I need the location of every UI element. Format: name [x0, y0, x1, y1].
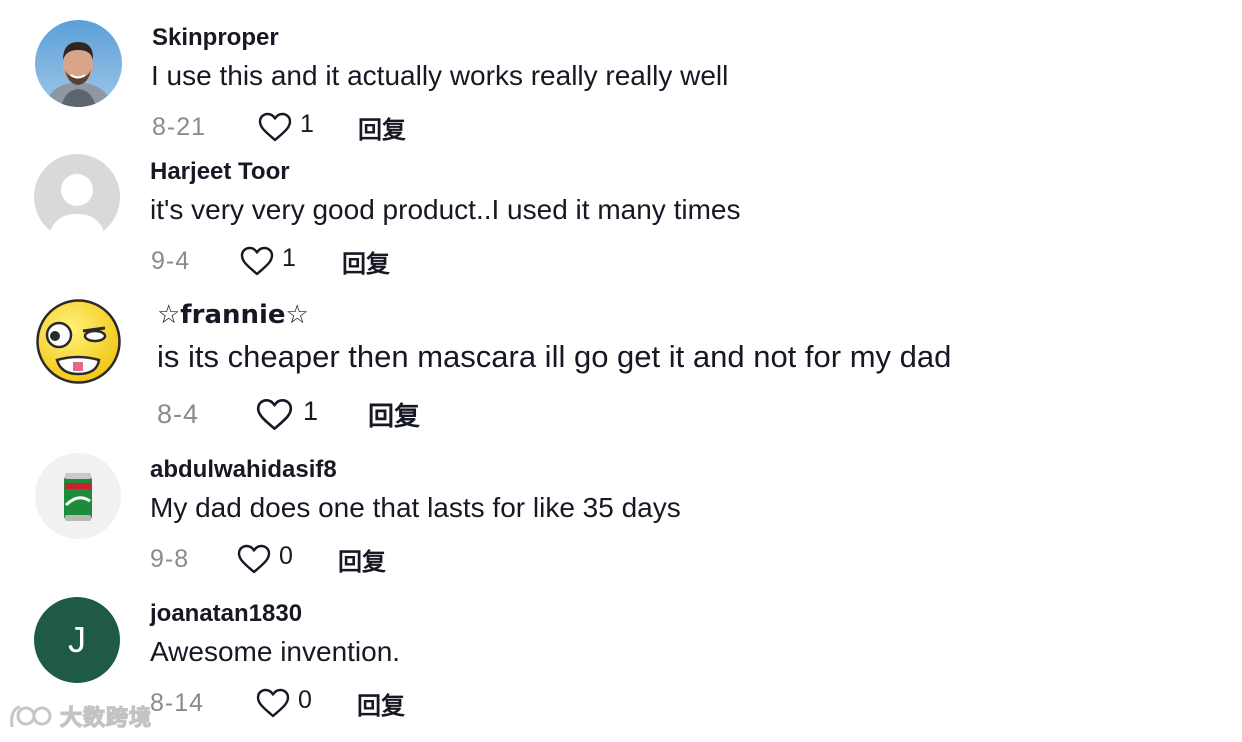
comment-actions: 8-21 1 回复 [152, 109, 406, 145]
like-button[interactable]: 1 [258, 109, 358, 142]
avatar[interactable] [35, 453, 121, 539]
default-avatar-icon [34, 154, 120, 240]
comment-text: I use this and it actually works really … [151, 60, 729, 91]
comment-text: My dad does one that lasts for like 35 d… [150, 492, 681, 523]
reply-button[interactable]: 回复 [342, 244, 390, 279]
comment-actions: 9-4 1 回复 [151, 243, 390, 279]
comment-actions: 8-14 0 回复 [150, 685, 405, 721]
comment-username[interactable]: ☆frannie☆ [157, 300, 309, 330]
emoji-face-icon [35, 298, 122, 385]
like-button[interactable]: 1 [256, 395, 368, 431]
comment-username[interactable]: abdulwahidasif8 [150, 456, 337, 484]
kuajing-logo-icon [10, 705, 52, 728]
comment-date: 8-14 [150, 688, 205, 717]
watermark: 大数跨境 [8, 700, 152, 732]
reply-button[interactable]: 回复 [368, 396, 420, 433]
person-photo-icon [35, 20, 122, 107]
comment-date: 9-8 [150, 544, 190, 573]
comment-date: 8-4 [157, 398, 200, 429]
heart-icon [256, 398, 293, 430]
watermark-text: 大数跨境 [59, 705, 153, 731]
comment-username[interactable]: Harjeet Toor [150, 158, 290, 186]
avatar[interactable] [34, 154, 120, 240]
comment-username[interactable]: Skinproper [152, 24, 279, 52]
comment-text: is its cheaper then mascara ill go get i… [157, 339, 952, 374]
heart-icon [256, 688, 290, 718]
like-count: 1 [303, 395, 319, 426]
avatar-letter: J [68, 619, 86, 660]
like-button[interactable]: 1 [240, 243, 342, 276]
reply-button[interactable]: 回复 [358, 110, 406, 145]
like-count: 1 [300, 109, 314, 138]
comment-actions: 8-4 1 回复 [157, 394, 420, 434]
comment-actions: 9-8 0 回复 [150, 541, 386, 577]
comment-date: 9-4 [151, 246, 191, 275]
comment-username[interactable]: joanatan1830 [150, 600, 302, 628]
like-count: 0 [279, 541, 293, 570]
avatar[interactable] [35, 298, 122, 385]
like-count: 0 [298, 685, 312, 714]
sprite-can-icon [35, 453, 121, 539]
like-button[interactable]: 0 [256, 685, 357, 718]
avatar[interactable]: J [34, 597, 120, 683]
reply-button[interactable]: 回复 [338, 542, 386, 577]
heart-icon [240, 246, 274, 276]
like-button[interactable]: 0 [237, 541, 338, 574]
heart-icon [237, 544, 271, 574]
heart-icon [258, 112, 292, 142]
comment-text: it's very very good product..I used it m… [150, 194, 741, 225]
reply-button[interactable]: 回复 [357, 686, 405, 721]
like-count: 1 [282, 243, 296, 272]
avatar[interactable] [35, 20, 122, 107]
comment-date: 8-21 [152, 112, 207, 141]
comment-text: Awesome invention. [150, 636, 401, 667]
